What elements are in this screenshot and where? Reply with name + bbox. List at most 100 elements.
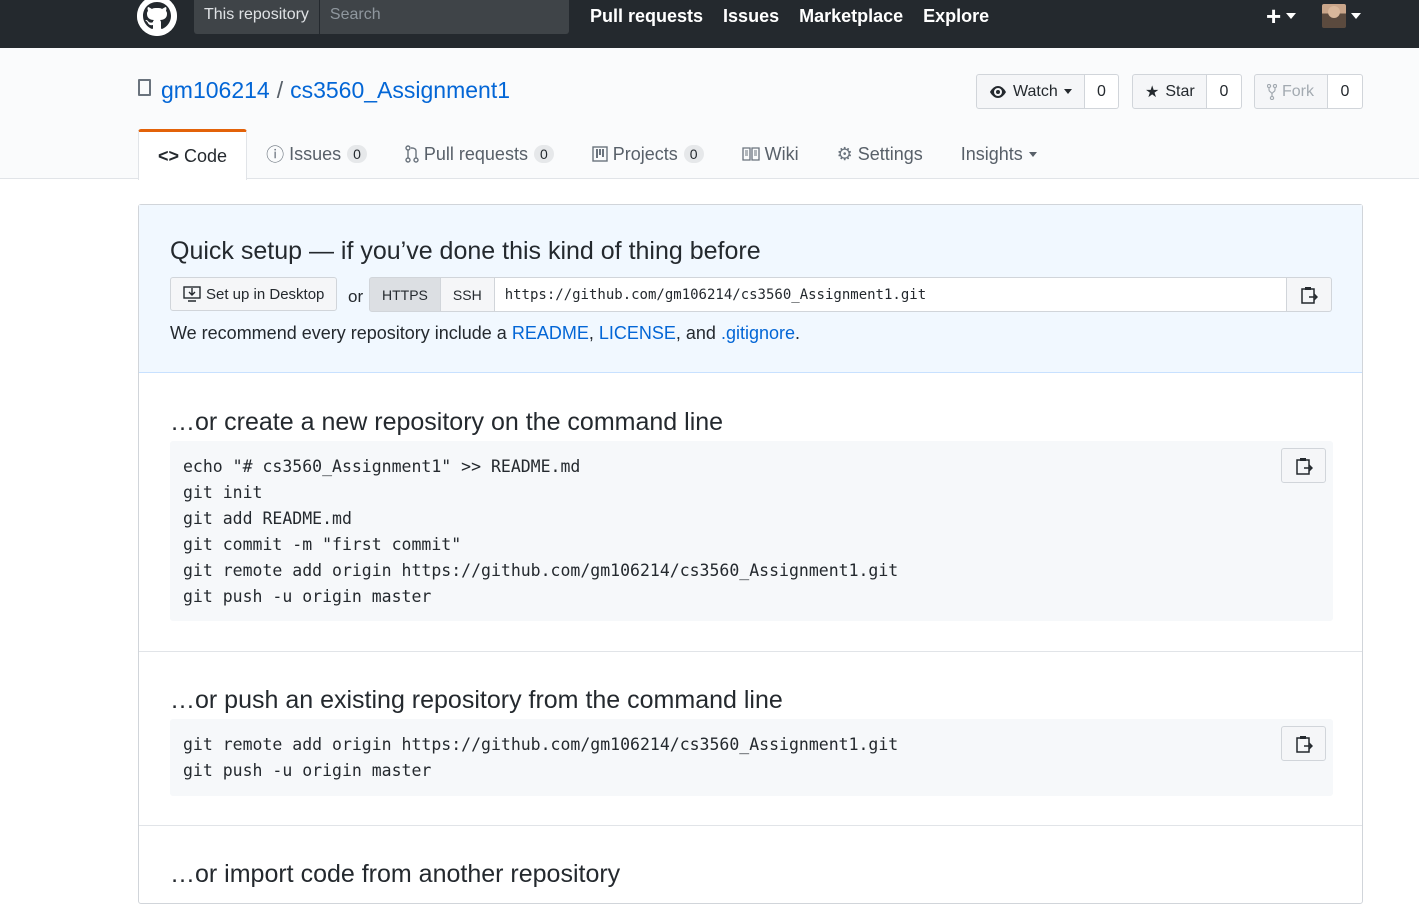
gear-icon: ⚙ xyxy=(836,143,853,164)
chevron-down-icon xyxy=(1028,151,1037,157)
star-group: ★ Star 0 xyxy=(1132,74,1242,109)
issue-icon: ⓘ xyxy=(266,145,285,165)
tab-settings-label: Settings xyxy=(857,143,923,164)
github-logo-icon[interactable] xyxy=(137,0,177,36)
copy-create-commands-button[interactable] xyxy=(1281,448,1326,483)
nav-right-controls: + xyxy=(1266,3,1362,29)
tab-projects-count: 0 xyxy=(683,145,704,163)
watch-group: Watch 0 xyxy=(976,74,1119,109)
or-label: or xyxy=(348,287,364,306)
fork-label: Fork xyxy=(1282,82,1314,100)
tab-issues[interactable]: ⓘ Issues 0 xyxy=(247,129,386,179)
copy-push-commands-button[interactable] xyxy=(1281,726,1326,761)
search-scope-label[interactable]: This repository xyxy=(194,0,320,34)
import-repo-title: …or import code from another repository xyxy=(170,860,621,888)
plus-icon[interactable]: + xyxy=(1266,3,1281,29)
watch-label: Watch xyxy=(1013,82,1058,100)
search-input[interactable]: Search xyxy=(320,0,569,34)
tab-wiki[interactable]: Wiki xyxy=(723,129,818,179)
code-line: git commit -m "first commit" xyxy=(183,535,462,554)
section-divider xyxy=(139,651,1362,652)
search-bar: This repository Search xyxy=(194,0,569,34)
code-line: git add README.md xyxy=(183,509,352,528)
tab-code-label: Code xyxy=(184,145,228,166)
clipboard-icon xyxy=(1295,735,1313,753)
nav-pull-requests[interactable]: Pull requests xyxy=(590,6,703,27)
fork-group: Fork 0 xyxy=(1254,74,1363,109)
tab-code[interactable]: <> Code xyxy=(138,129,248,180)
push-repo-title: …or push an existing repository from the… xyxy=(170,686,783,714)
readme-link[interactable]: README xyxy=(512,323,589,343)
pull-request-icon xyxy=(405,145,419,163)
book-icon xyxy=(741,147,760,161)
fork-count[interactable]: 0 xyxy=(1328,74,1363,109)
fork-icon xyxy=(1267,83,1277,100)
code-line: echo "# cs3560_Assignment1" >> README.md xyxy=(183,457,581,476)
repo-tabs: <> Code ⓘ Issues 0 Pull requests 0 Proje… xyxy=(138,129,1056,180)
nav-marketplace[interactable]: Marketplace xyxy=(799,6,903,27)
ssh-button[interactable]: SSH xyxy=(440,277,495,312)
push-repo-code: git remote add origin https://github.com… xyxy=(170,719,1333,796)
code-line: git push -u origin master xyxy=(183,761,432,780)
tab-issues-count: 0 xyxy=(347,145,367,163)
star-icon: ★ xyxy=(1145,83,1160,101)
star-count[interactable]: 0 xyxy=(1207,74,1242,109)
quick-setup-title: Quick setup — if you’ve done this kind o… xyxy=(170,237,761,265)
clone-url-input[interactable]: https://github.com/gm106214/cs3560_Assig… xyxy=(494,277,1287,312)
copy-url-button[interactable] xyxy=(1287,277,1332,312)
tab-pull-requests-count: 0 xyxy=(533,145,554,163)
code-line: git push -u origin master xyxy=(183,587,432,606)
star-label: Star xyxy=(1165,82,1195,100)
repo-title: gm106214 / cs3560_Assignment1 xyxy=(138,77,510,104)
header-nav: Pull requests Issues Marketplace Explore xyxy=(590,6,989,27)
watch-button[interactable]: Watch xyxy=(976,74,1085,109)
code-icon: <> xyxy=(158,145,180,166)
tab-issues-label: Issues xyxy=(289,143,342,164)
tab-insights-label: Insights xyxy=(960,143,1023,164)
quick-setup-panel: Quick setup — if you’ve done this kind o… xyxy=(139,205,1362,373)
section-divider xyxy=(139,825,1362,826)
project-icon xyxy=(592,146,608,162)
chevron-down-icon xyxy=(1063,89,1072,94)
create-repo-title: …or create a new repository on the comma… xyxy=(170,408,724,436)
tab-wiki-label: Wiki xyxy=(764,143,799,164)
fork-button[interactable]: Fork xyxy=(1254,74,1328,109)
tab-settings[interactable]: ⚙ Settings xyxy=(818,129,942,179)
chevron-down-icon[interactable] xyxy=(1351,13,1362,19)
tab-projects-label: Projects xyxy=(612,143,678,164)
tab-pull-requests[interactable]: Pull requests 0 xyxy=(386,129,573,179)
desktop-download-icon xyxy=(183,286,201,302)
avatar[interactable] xyxy=(1322,4,1347,28)
star-button[interactable]: ★ Star xyxy=(1132,74,1207,109)
tab-pull-requests-label: Pull requests xyxy=(423,143,528,164)
repo-icon xyxy=(138,79,151,96)
nav-explore[interactable]: Explore xyxy=(923,6,989,27)
recommend-and: , and xyxy=(675,323,721,343)
clone-url-bar: HTTPS SSH https://github.com/gm106214/cs… xyxy=(369,277,1332,312)
code-line: git remote add origin https://github.com… xyxy=(183,735,899,754)
eye-icon xyxy=(990,85,1006,98)
recommend-period: . xyxy=(795,323,801,343)
watch-count[interactable]: 0 xyxy=(1085,74,1119,109)
tab-projects[interactable]: Projects 0 xyxy=(573,129,723,179)
setup-in-desktop-label: Set up in Desktop xyxy=(206,285,325,303)
setup-in-desktop-button[interactable]: Set up in Desktop xyxy=(170,277,338,311)
repo-title-separator: / xyxy=(276,77,284,103)
repo-owner-link[interactable]: gm106214 xyxy=(161,77,270,104)
tab-insights[interactable]: Insights xyxy=(942,129,1056,179)
create-repo-code: echo "# cs3560_Assignment1" >> README.md… xyxy=(170,441,1333,621)
https-button[interactable]: HTTPS xyxy=(369,277,441,312)
top-navbar: This repository Search Pull requests Iss… xyxy=(0,0,1419,48)
license-link[interactable]: LICENSE xyxy=(599,323,676,343)
code-line: git init xyxy=(183,483,263,502)
clipboard-icon xyxy=(1295,457,1313,475)
chevron-down-icon[interactable] xyxy=(1286,13,1297,19)
clipboard-icon xyxy=(1301,286,1318,304)
recommend-comma: , xyxy=(588,323,599,343)
recommend-text: We recommend every repository include a … xyxy=(170,323,800,344)
gitignore-link[interactable]: .gitignore xyxy=(721,323,795,343)
setup-box: Quick setup — if you’ve done this kind o… xyxy=(138,204,1363,904)
nav-issues[interactable]: Issues xyxy=(723,6,779,27)
repo-name-link[interactable]: cs3560_Assignment1 xyxy=(290,77,510,104)
code-line: git remote add origin https://github.com… xyxy=(183,561,899,580)
